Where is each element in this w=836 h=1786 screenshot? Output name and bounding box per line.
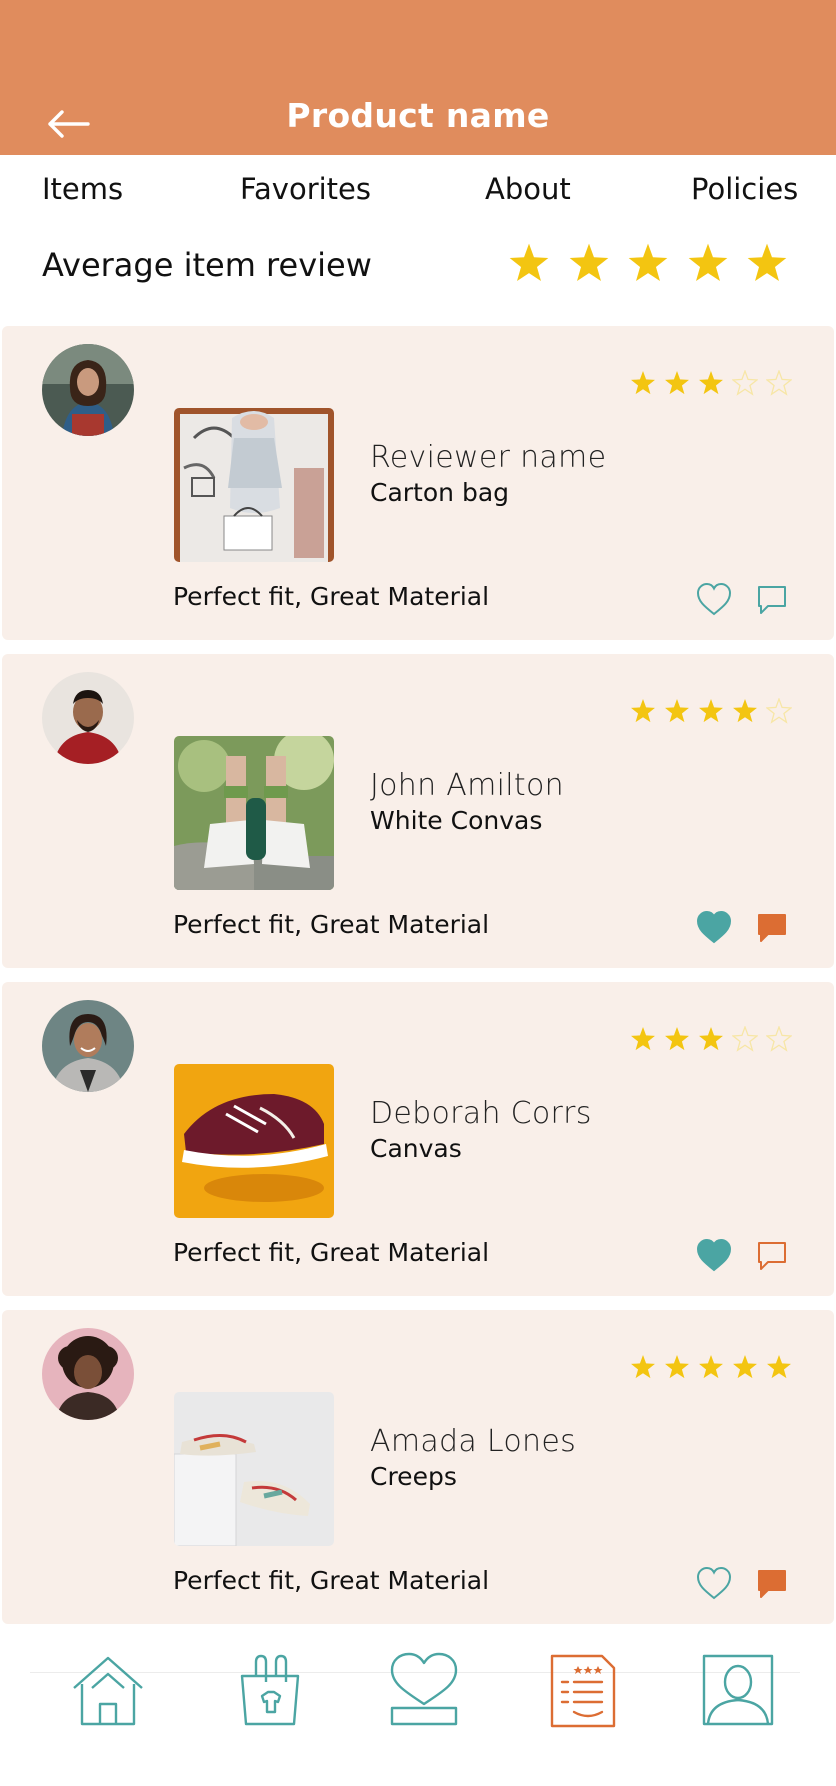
comment-icon xyxy=(758,586,786,614)
comment-button[interactable] xyxy=(756,912,788,944)
reviewer-name: John Amilton xyxy=(370,768,564,803)
review-rating-stars xyxy=(630,1025,800,1052)
star-filled-icon xyxy=(630,370,656,396)
reviewer-avatar[interactable] xyxy=(42,1328,134,1420)
star-filled-icon xyxy=(664,1354,690,1380)
product-thumbnail[interactable] xyxy=(174,736,334,890)
review-card[interactable]: Deborah Corrs Canvas Perfect fit, Great Ma… xyxy=(2,982,834,1296)
reviewer-avatar[interactable] xyxy=(42,1000,134,1092)
heart-icon xyxy=(696,910,732,944)
average-review-label: Average item review xyxy=(42,246,372,284)
star-filled-icon xyxy=(732,1354,758,1380)
product-thumbnail[interactable] xyxy=(174,1064,334,1218)
like-button[interactable] xyxy=(696,582,732,616)
star-filled-icon xyxy=(698,370,724,396)
average-rating-stars xyxy=(508,242,806,284)
star-filled-icon xyxy=(698,698,724,724)
star-filled-icon xyxy=(698,1026,724,1052)
heart-icon xyxy=(696,1566,732,1600)
star-filled-icon xyxy=(664,370,690,396)
review-rating-stars xyxy=(630,697,800,724)
star-empty-icon xyxy=(765,369,793,396)
review-text: Perfect fit, Great Material xyxy=(173,1238,490,1267)
product-thumbnail[interactable] xyxy=(174,1392,334,1546)
reviewer-avatar[interactable] xyxy=(42,344,134,436)
star-empty-icon xyxy=(765,697,793,724)
bottom-navigation xyxy=(0,1620,836,1786)
star-empty-icon xyxy=(765,1025,793,1052)
tab-items[interactable]: Items xyxy=(42,172,123,206)
product-thumbnail[interactable] xyxy=(174,408,334,562)
review-rating-stars xyxy=(630,1354,800,1380)
comment-button[interactable] xyxy=(756,1568,788,1600)
nav-profile[interactable] xyxy=(700,1652,776,1728)
nav-favorites[interactable] xyxy=(386,1652,462,1728)
comment-icon xyxy=(758,914,786,942)
comment-icon xyxy=(758,1242,786,1270)
tab-favorites[interactable]: Favorites xyxy=(240,172,371,206)
product-name: Carton bag xyxy=(370,478,510,507)
comment-button[interactable] xyxy=(756,584,788,616)
star-filled-icon xyxy=(664,1026,690,1052)
page-title: Product name xyxy=(286,96,550,135)
star-filled-icon xyxy=(698,1354,724,1380)
star-filled-icon xyxy=(664,698,690,724)
star-filled-icon xyxy=(766,1354,792,1380)
star-filled-icon xyxy=(630,1354,656,1380)
star-filled-icon xyxy=(630,1026,656,1052)
star-filled-icon xyxy=(732,698,758,724)
review-text: Perfect fit, Great Material xyxy=(173,1566,490,1595)
like-button[interactable] xyxy=(696,1566,732,1600)
comment-icon xyxy=(758,1570,786,1598)
reviewer-name: Reviewer name xyxy=(370,440,607,475)
heart-icon xyxy=(696,1238,732,1272)
nav-reviews[interactable] xyxy=(544,1652,620,1728)
tab-about[interactable]: About xyxy=(485,172,571,206)
reviewer-name: Amada Lones xyxy=(370,1424,577,1459)
review-card[interactable]: Reviewer name Carton bag Perfect fit, Grea… xyxy=(2,326,834,640)
product-name: Canvas xyxy=(370,1134,462,1163)
like-button[interactable] xyxy=(696,1238,732,1272)
star-filled-icon xyxy=(568,242,610,284)
star-filled-icon xyxy=(627,242,669,284)
reviewer-name: Deborah Corrs xyxy=(370,1096,592,1131)
app-header: Product name xyxy=(0,0,836,155)
review-card[interactable]: John Amilton White Convas Perfect fit, Gre… xyxy=(2,654,834,968)
reviews-list-icon xyxy=(550,1654,616,1728)
comment-button[interactable] xyxy=(756,1240,788,1272)
favorites-heart-icon xyxy=(390,1652,458,1726)
star-filled-icon xyxy=(630,698,656,724)
like-button[interactable] xyxy=(696,910,732,944)
star-filled-icon xyxy=(508,242,550,284)
shopping-bag-icon xyxy=(240,1654,300,1726)
nav-shop[interactable] xyxy=(232,1652,308,1728)
home-icon xyxy=(73,1656,143,1726)
product-name: White Convas xyxy=(370,806,543,835)
review-rating-stars xyxy=(630,369,800,396)
star-filled-icon xyxy=(687,242,729,284)
reviewer-avatar[interactable] xyxy=(42,672,134,764)
average-review-row: Average item review xyxy=(0,242,836,286)
star-empty-icon xyxy=(731,1025,759,1052)
star-filled-icon xyxy=(746,242,788,284)
review-text: Perfect fit, Great Material xyxy=(173,910,490,939)
tab-policies[interactable]: Policies xyxy=(691,172,798,206)
nav-home[interactable] xyxy=(70,1652,146,1728)
review-card[interactable]: Amada Lones Creeps Perfect fit, Great Mate… xyxy=(2,1310,834,1624)
review-text: Perfect fit, Great Material xyxy=(173,582,490,611)
profile-icon xyxy=(702,1654,774,1726)
product-name: Creeps xyxy=(370,1462,457,1491)
heart-icon xyxy=(696,582,732,616)
star-empty-icon xyxy=(731,369,759,396)
tab-bar: Items Favorites About Policies xyxy=(0,172,836,216)
